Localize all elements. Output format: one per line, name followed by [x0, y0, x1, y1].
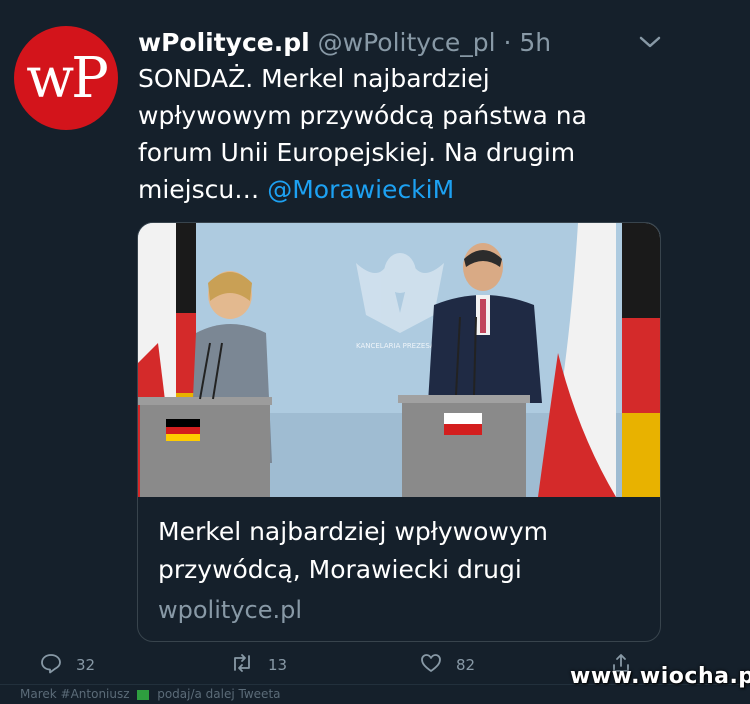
tweet-text-line: wpływowym przywódcą państwa na — [138, 101, 587, 130]
context-user[interactable]: Marek #Antoniusz — [20, 687, 130, 701]
tweet-header: wPolityce.pl @wPolityce_pl · 5h — [138, 28, 551, 58]
context-text: Marek #Antoniusz podaj/a dalej Tweeta — [20, 685, 281, 703]
link-card[interactable]: KANCELARIA PREZESA RADY MINISTRÓW Merkel… — [137, 222, 661, 642]
chevron-down-icon[interactable] — [636, 30, 664, 54]
tweet-text-line: SONDAŻ. Merkel najbardziej — [138, 64, 490, 93]
user-handle[interactable]: @wPolityce_pl — [318, 28, 496, 57]
like-count: 82 — [456, 656, 476, 674]
press-conference-photo: KANCELARIA PREZESA RADY MINISTRÓW — [138, 223, 660, 497]
retweet-count: 13 — [268, 656, 288, 674]
card-body: Merkel najbardziej wpływowym przywódcą, … — [158, 513, 638, 629]
card-title: Merkel najbardziej wpływowym przywódcą, … — [158, 513, 638, 589]
context-action: podaj/a dalej Tweeta — [157, 687, 281, 701]
badge-icon — [137, 689, 150, 700]
card-image[interactable]: KANCELARIA PREZESA RADY MINISTRÓW — [138, 223, 660, 497]
tweet-text-line: forum Unii Europejskiej. Na drugim — [138, 138, 576, 167]
timestamp[interactable]: 5h — [519, 28, 551, 57]
reply-count: 32 — [76, 656, 96, 674]
card-title-line: Merkel najbardziej wpływowym — [158, 517, 548, 546]
display-name[interactable]: wPolityce.pl — [138, 28, 310, 57]
separator-dot: · — [503, 28, 512, 57]
card-title-line: przywódcą, Morawiecki drugi — [158, 555, 522, 584]
tweet-text-fragment: miejscu… — [138, 175, 260, 204]
avatar-logo-text: wP — [26, 45, 109, 111]
like-icon — [420, 652, 456, 678]
retweet-button[interactable]: 13 — [230, 652, 287, 678]
tweet-text: SONDAŻ. Merkel najbardziej wpływowym prz… — [138, 60, 658, 208]
like-button[interactable]: 82 — [420, 652, 475, 678]
retweet-icon — [230, 652, 268, 678]
tweet-text-line: miejscu… @MorawieckiM — [138, 171, 658, 208]
avatar[interactable]: wP — [14, 26, 118, 130]
card-domain: wpolityce.pl — [158, 596, 302, 624]
reply-button[interactable]: 32 — [40, 652, 95, 678]
watermark: www.wiocha.pl — [570, 664, 750, 689]
reply-icon — [40, 652, 76, 678]
mention-link[interactable]: @MorawieckiM — [267, 175, 454, 204]
